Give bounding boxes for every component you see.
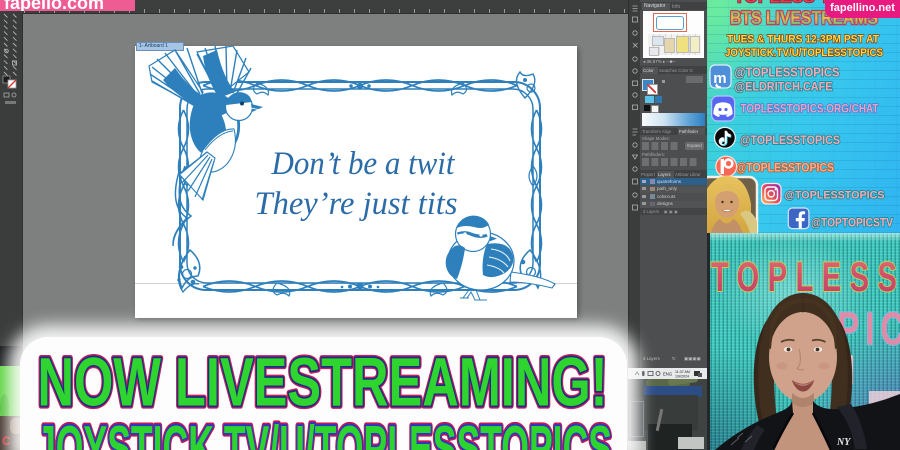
svg-text:JOYSTICK.TV/U/TOPLESSTOPICS: JOYSTICK.TV/U/TOPLESSTOPICS [36,414,612,450]
svg-text:@TOPLESSTOPICS: @TOPLESSTOPICS [736,163,834,175]
svg-text:@TOPLESSTOPICS: @TOPLESSTOPICS [740,135,840,147]
svg-text:They’re just tits: They’re just tits [255,186,458,222]
svg-text:NY: NY [836,437,851,448]
svg-text:@ELDRITCH.CAFE: @ELDRITCH.CAFE [735,80,833,94]
svg-text:@TOPTOPICSTV: @TOPTOPICSTV [811,218,893,230]
svg-text:@TOPLESSTOPICS: @TOPLESSTOPICS [785,190,885,202]
svg-text:TUES & THURS 12-3PM PST AT: TUES & THURS 12-3PM PST AT [727,34,879,46]
svg-text:@TOPLESSTOPICS: @TOPLESSTOPICS [735,66,840,80]
svg-text:11:37 AM: 11:37 AM [675,370,690,374]
svg-text:1/9/2024: 1/9/2024 [675,375,689,379]
svg-text:JOYSTICK.TV/U/TOPLESSTOPICS: JOYSTICK.TV/U/TOPLESSTOPICS [725,47,883,59]
svg-text:TOPLESSTOPICS.ORG/CHAT: TOPLESSTOPICS.ORG/CHAT [741,104,879,116]
svg-text:Don’t be a twit: Don’t be a twit [271,146,456,182]
svg-text:m: m [713,70,726,87]
svg-text:ENG: ENG [663,372,672,377]
svg-text:NOW LIVESTREAMING!: NOW LIVESTREAMING! [38,344,608,421]
